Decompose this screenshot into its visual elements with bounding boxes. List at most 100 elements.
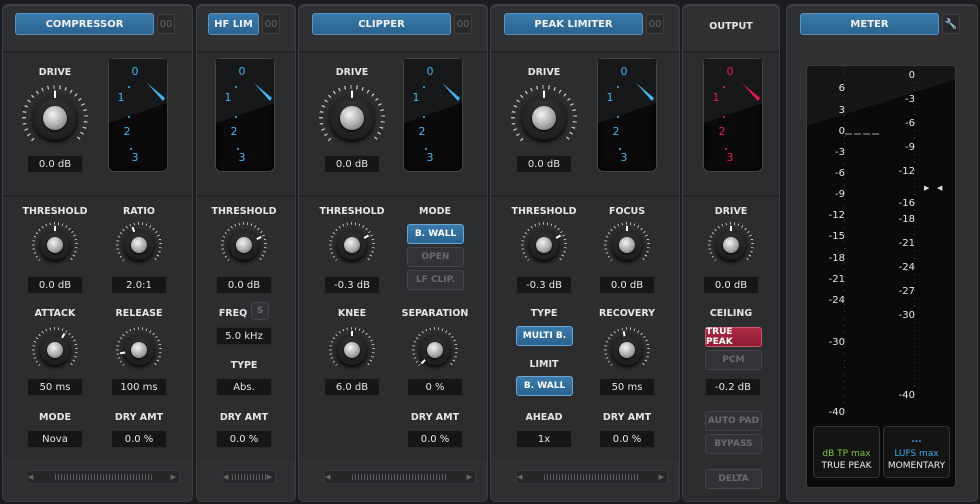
threshold-knob[interactable] [221,222,267,268]
true-peak-unit: dB TP max [822,449,871,459]
threshold-value[interactable]: 0.0 dB [216,276,272,294]
compressor-oversampling[interactable]: 00 [157,14,175,34]
dry-amt-label: DRY AMT [602,412,652,423]
attack-value[interactable]: 50 ms [27,378,83,396]
compressor-title-button[interactable]: COMPRESSOR [15,13,154,35]
type-label: TYPE [230,360,258,371]
meter-scale-tick: 0 [838,126,845,137]
meter-scale-tick: 6 [838,83,845,94]
meter-scale-tick: -30 [898,310,915,321]
focus-label: FOCUS [608,206,646,217]
drive-knob[interactable] [319,85,385,151]
dry-amt-value[interactable]: 0.0 % [599,430,655,448]
bypass-button[interactable]: BYPASS [705,434,762,454]
threshold-knob[interactable] [521,222,567,268]
clipper-oversampling[interactable]: 00 [454,14,472,34]
dial-scale-label: 0 [239,65,246,78]
attack-knob[interactable] [32,327,78,373]
output-drive-knob[interactable] [708,222,754,268]
focus-knob[interactable] [604,222,650,268]
hf-lim-scrollbar[interactable]: ◀ ▶ [222,470,276,484]
meter-title-button[interactable]: METER [800,13,939,35]
ratio-value[interactable]: 2.0:1 [111,276,167,294]
meter-scale-tick: 0 [908,70,915,81]
drive-label: DRIVE [335,67,369,78]
clipper-title-button[interactable]: CLIPPER [312,13,451,35]
drive-knob[interactable] [22,85,88,151]
meter-scale-tick: -15 [828,231,845,242]
mode-value[interactable]: Nova [27,430,83,448]
dial-scale-label: 1 [413,91,420,104]
target-marker-left: ▶ [924,184,930,192]
drive-value[interactable]: 0.0 dB [27,155,83,173]
peak-limiter-scrollbar[interactable]: ◀ ▶ [516,470,668,484]
threshold-value[interactable]: -0.3 dB [324,276,380,294]
recovery-value[interactable]: 50 ms [599,378,655,396]
mode-lf-clip-button[interactable]: LF CLIP. [407,270,464,290]
drive-value[interactable]: 0.0 dB [324,155,380,173]
drive-value[interactable]: 0.0 dB [516,155,572,173]
drive-knob[interactable] [511,85,577,151]
threshold-value[interactable]: 0.0 dB [27,276,83,294]
ratio-knob[interactable] [116,222,162,268]
meter-scale-tick: -3 [905,94,915,105]
wrench-icon[interactable]: 🔧 [942,14,960,34]
s-button[interactable]: S [251,302,269,320]
output-drive-value[interactable]: 0.0 dB [703,276,759,294]
separation-knob[interactable] [412,327,458,373]
recovery-knob[interactable] [604,327,650,373]
momentary-readout[interactable]: ... LUFS max MOMENTARY [883,426,950,478]
threshold-knob[interactable] [32,222,78,268]
dry-amt-value[interactable]: 0.0 % [216,430,272,448]
dial-scale-label: 1 [118,91,125,104]
recovery-label: RECOVERY [598,308,656,319]
drive-label: DRIVE [714,206,748,217]
limit-label: LIMIT [529,359,559,370]
threshold-label: THRESHOLD [211,206,277,217]
true-peak-readout[interactable]: dB TP max TRUE PEAK [813,426,880,478]
limit-b-wall-button[interactable]: B. WALL [516,376,573,396]
meter-scale-tick: -40 [898,390,915,401]
separation-value[interactable]: 0 % [407,378,463,396]
gain-reduction-dial: 01 23 [108,58,168,172]
mode-open-button[interactable]: OPEN [407,247,464,267]
dial-scale-label: 1 [607,91,614,104]
drive-label: DRIVE [38,67,72,78]
type-value[interactable]: Abs. [216,378,272,396]
target-marker-right: ◀ [937,184,943,192]
loudness-meter: ▶ ◀ 6 3 0 -3 -6 -9 -12 -15 -18 -21 -24 -30 -40 0 -3 -6 -… [806,65,956,488]
release-knob[interactable] [116,327,162,373]
dry-amt-value[interactable]: 0.0 % [407,430,463,448]
ceiling-value[interactable]: -0.2 dB [705,378,761,396]
knee-knob[interactable] [329,327,375,373]
dry-amt-value[interactable]: 0.0 % [111,430,167,448]
delta-button[interactable]: DELTA [705,469,762,489]
dial-scale-label: 2 [613,125,620,138]
release-value[interactable]: 100 ms [111,378,167,396]
threshold-value[interactable]: -0.3 dB [516,276,572,294]
freq-value[interactable]: 5.0 kHz [216,327,272,345]
peak-limiter-title-button[interactable]: PEAK LIMITER [504,13,643,35]
threshold-knob[interactable] [329,222,375,268]
ahead-value[interactable]: 1x [516,430,572,448]
dial-scale-label: 2 [231,125,238,138]
clipper-scrollbar[interactable]: ◀ ▶ [324,470,476,484]
hf-lim-oversampling[interactable]: 00 [262,14,280,34]
type-multiband-button[interactable]: MULTI B. [516,326,573,346]
attack-label: ATTACK [34,308,76,319]
focus-value[interactable]: 0.0 dB [599,276,655,294]
type-label: TYPE [530,308,558,319]
output-title: OUTPUT [709,21,753,32]
dial-scale-label: 0 [621,65,628,78]
meter-scale-tick: -18 [898,214,915,225]
hf-lim-title-button[interactable]: HF LIM [208,13,259,35]
meter-scale-tick: -21 [828,274,845,285]
peak-limiter-oversampling[interactable]: 00 [646,14,664,34]
auto-pad-button[interactable]: AUTO PAD [705,411,762,431]
pcm-button[interactable]: PCM [705,350,762,370]
dial-scale-label: 3 [427,151,434,164]
knee-value[interactable]: 6.0 dB [324,378,380,396]
mode-b-wall-button[interactable]: B. WALL [407,224,464,244]
true-peak-button[interactable]: TRUE PEAK [705,327,762,347]
compressor-scrollbar[interactable]: ◀ ▶ [27,470,180,484]
